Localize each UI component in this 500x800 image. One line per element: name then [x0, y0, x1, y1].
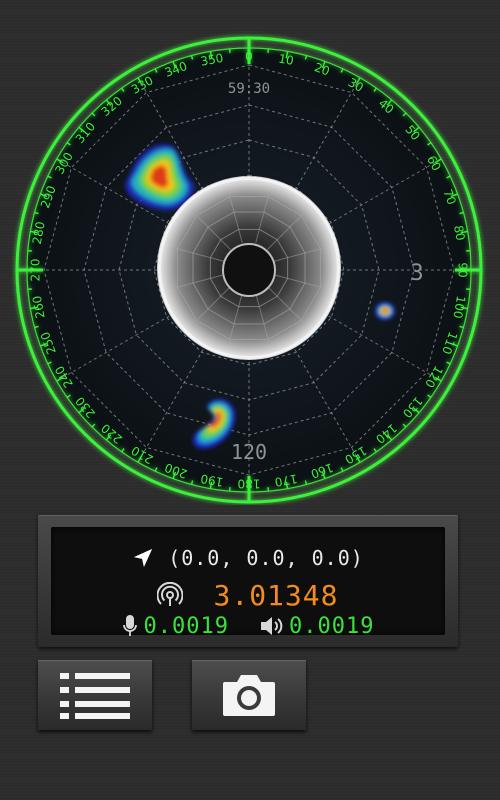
- signal-icon: [157, 582, 184, 608]
- center-lens: [157, 176, 341, 360]
- dial-label-90: 90: [456, 262, 470, 277]
- radar-svg: 59:30 3 120 1020304050607080100110120130…: [15, 36, 483, 504]
- mic-level-value: 0.0019: [143, 613, 229, 639]
- dial-label-10: 10: [277, 52, 294, 68]
- microphone-icon: [122, 614, 138, 638]
- audio-row: 0.0019 0.0019: [51, 611, 445, 641]
- coordinates-value: (0.0, 0.0, 0.0): [168, 546, 364, 570]
- speaker-level-value: 0.0019: [289, 613, 375, 639]
- list-icon: [58, 668, 132, 722]
- target-blob-small: [375, 302, 395, 320]
- dial-label-180: 180: [238, 477, 261, 491]
- readout-panel: (0.0, 0.0, 0.0) 3.01348 0.0019 0.0019: [51, 527, 445, 639]
- dial-label-80: 80: [451, 224, 467, 241]
- level-row: 3.01348: [51, 577, 445, 613]
- camera-button[interactable]: [192, 660, 306, 730]
- radar-display: 59:30 3 120 10 20 30 40 50 60 70 80 100 110 120 130…: [0, 0, 500, 505]
- speaker-icon: [259, 615, 283, 637]
- ring-label-right: 3: [410, 261, 423, 286]
- coordinates-row: (0.0, 0.0, 0.0): [51, 541, 445, 575]
- center-core: [222, 243, 276, 297]
- dial-label-270: 270: [29, 259, 43, 282]
- location-arrow-icon: [132, 547, 154, 569]
- ring-label-bottom: 120: [231, 440, 267, 464]
- level-value: 3.01348: [213, 578, 339, 612]
- ring-label-top: 59:30: [228, 81, 270, 97]
- dial-label-0: 0: [245, 50, 253, 64]
- camera-icon: [221, 672, 277, 718]
- readout-panel-frame: (0.0, 0.0, 0.0) 3.01348 0.0019 0.0019: [38, 515, 458, 647]
- menu-button[interactable]: [38, 660, 152, 730]
